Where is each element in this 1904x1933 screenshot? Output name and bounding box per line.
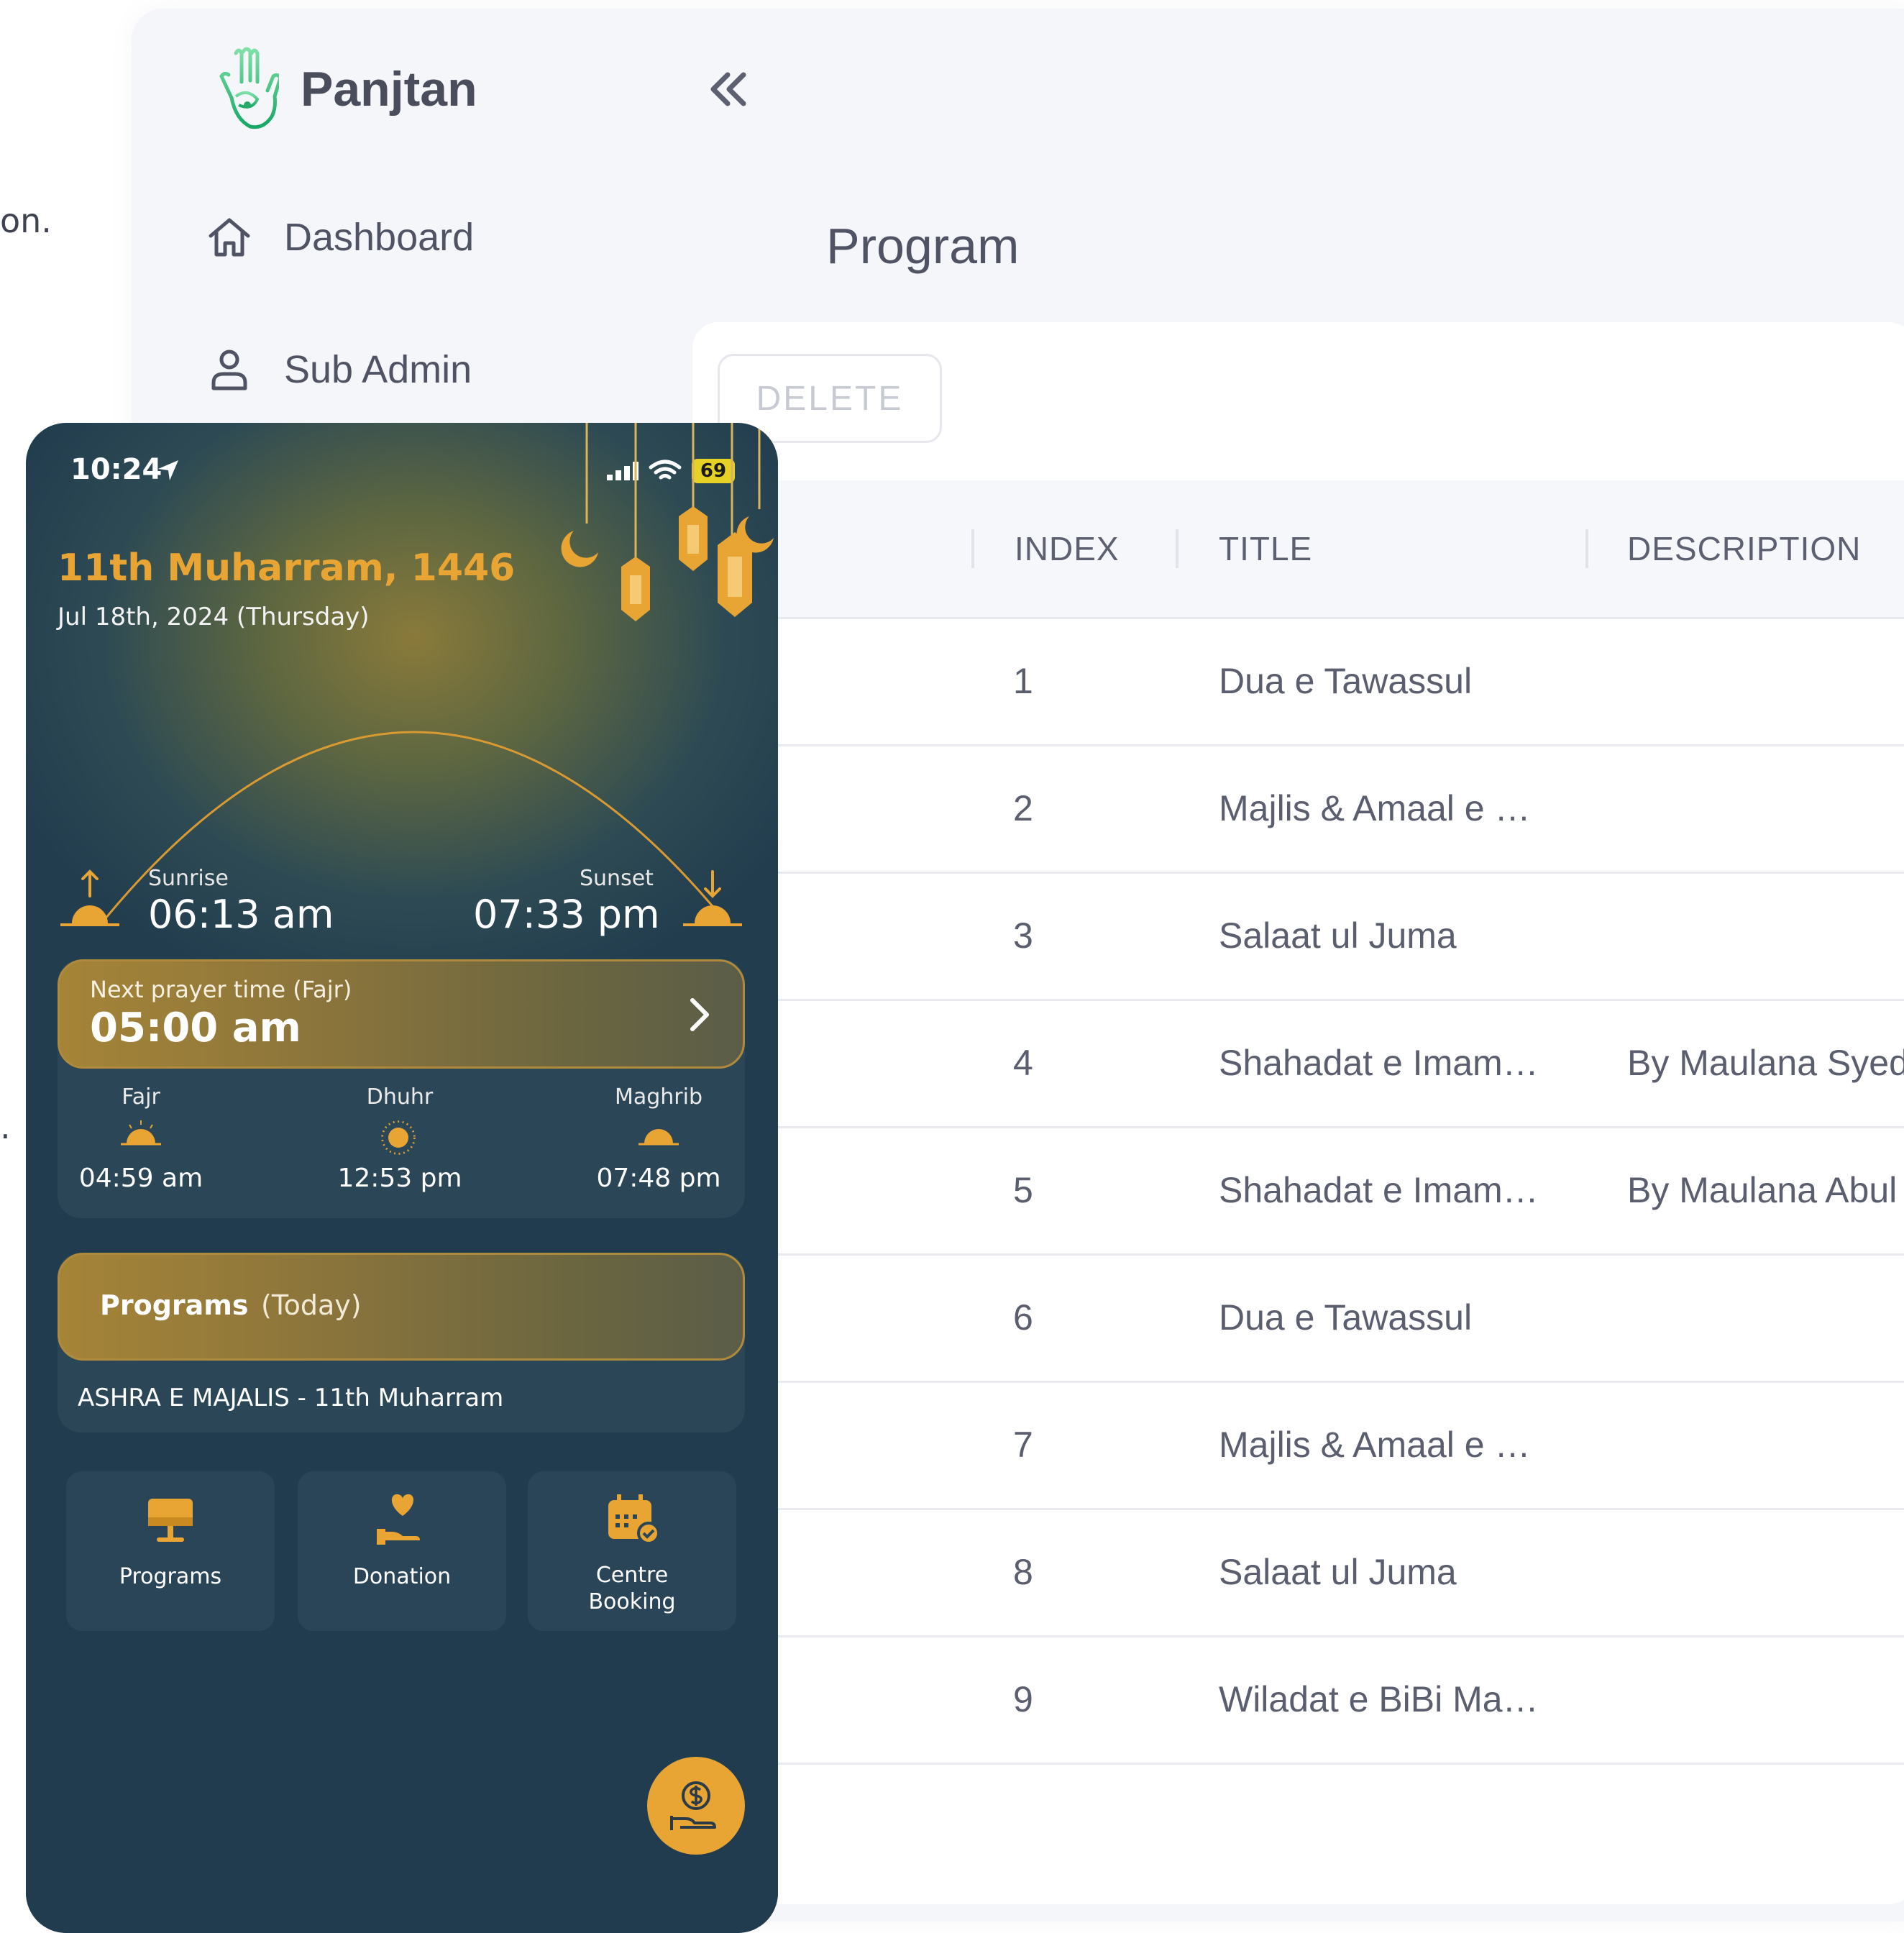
brand-name: Panjtan [301, 62, 477, 116]
row-title: Salaat ul Juma [1219, 915, 1457, 956]
sunset-time: 07:33 pm [473, 892, 660, 937]
dollar-hand-icon [670, 1781, 716, 1830]
program-item[interactable]: ASHRA E MAJALIS - 11th Muharram [78, 1384, 503, 1412]
row-description: By Maulana Syed [1627, 1042, 1904, 1083]
row-index: 6 [1013, 1297, 1033, 1338]
table-header: INDEX TITLE DESCRIPTION [692, 480, 1904, 619]
prayer-name: Maghrib [614, 1084, 703, 1110]
row-title: Majlis & Amaal e … [1219, 787, 1531, 828]
row-title: Salaat ul Juma [1219, 1551, 1457, 1592]
next-prayer-time: 05:00 am [90, 1005, 301, 1051]
row-index: 8 [1013, 1551, 1033, 1592]
phone-mockup: 10:24 69 11th Muharram, 1446 Jul 18th, 2… [26, 423, 778, 1933]
sunrise-icon [60, 869, 119, 926]
next-prayer-label: Next prayer time (Fajr) [90, 976, 352, 1003]
row-index: 1 [1013, 660, 1033, 701]
sunset-icon [683, 870, 742, 926]
dhuhr-sun-icon [378, 1118, 418, 1161]
fajr-icon [119, 1118, 163, 1150]
row-title: Majlis & Amaal e … [1219, 1424, 1531, 1465]
calendar-icon [608, 1494, 660, 1545]
row-index: 2 [1013, 787, 1033, 828]
sidebar-item-sub-admin[interactable]: Sub Admin [203, 344, 472, 396]
column-header-description[interactable]: DESCRIPTION [1627, 480, 1861, 617]
row-index: 7 [1013, 1424, 1033, 1465]
row-index: 9 [1013, 1678, 1033, 1719]
tile-label: Booking [588, 1589, 676, 1614]
programs-sub-label: (Today) [261, 1289, 362, 1321]
tile-label: Programs [119, 1564, 222, 1589]
podium-icon [148, 1499, 193, 1542]
prayer-name: Fajr [122, 1084, 160, 1110]
gregorian-date: Jul 18th, 2024 (Thursday) [58, 603, 370, 631]
chevron-right-icon [690, 998, 709, 1031]
table-row[interactable]: 7 Majlis & Amaal e … [692, 1381, 1904, 1510]
prayer-time: 07:48 pm [596, 1164, 721, 1193]
donation-tile[interactable]: Donation [298, 1471, 506, 1631]
column-header-title[interactable]: TITLE [1219, 480, 1312, 617]
donate-fab[interactable] [647, 1757, 745, 1855]
row-index: 3 [1013, 915, 1033, 956]
next-prayer-card[interactable]: Next prayer time (Fajr) 05:00 am [58, 959, 745, 1069]
status-time: 10:24 [70, 453, 163, 486]
programs-tile[interactable]: Programs [66, 1471, 275, 1631]
background-text-fragment: on. [0, 201, 52, 240]
program-table-card: DELETE INDEX TITLE DESCRIPTION 1 Dua e Ta… [692, 322, 1904, 1904]
programs-label: Programs [100, 1289, 249, 1321]
table-row[interactable]: 2 Majlis & Amaal e … [692, 744, 1904, 874]
column-header-index[interactable]: INDEX [1015, 480, 1120, 617]
row-title: Shahadat e Imam… [1219, 1042, 1539, 1083]
sunset-label: Sunset [580, 866, 654, 891]
hamsa-logo-icon [219, 47, 279, 129]
row-index: 4 [1013, 1042, 1033, 1083]
centre-booking-tile[interactable]: Centre Booking [528, 1471, 736, 1631]
row-title: Dua e Tawassul [1219, 1297, 1473, 1338]
home-icon [209, 218, 250, 257]
row-title: Wiladat e BiBi Ma… [1219, 1678, 1539, 1719]
sidebar-item-dashboard[interactable]: Dashboard [203, 211, 474, 263]
table-row[interactable]: 1 Dua e Tawassul [692, 617, 1904, 746]
hijri-date: 11th Muharram, 1446 [58, 547, 516, 590]
table-row[interactable]: 9 Wiladat e BiBi Ma… [692, 1635, 1904, 1765]
sunrise-label: Sunrise [148, 866, 229, 891]
table-row[interactable]: 5 Shahadat e Imam… By Maulana Abul [692, 1126, 1904, 1256]
row-description: By Maulana Abul [1627, 1169, 1898, 1210]
row-index: 5 [1013, 1169, 1033, 1210]
row-title: Shahadat e Imam… [1219, 1169, 1539, 1210]
table-row[interactable]: 3 Salaat ul Juma [692, 872, 1904, 1001]
tile-label: Centre [595, 1563, 669, 1588]
lanterns-decoration-icon [561, 423, 774, 621]
table-row[interactable]: 4 Shahadat e Imam… By Maulana Syed [692, 999, 1904, 1128]
prayer-name: Dhuhr [366, 1084, 434, 1110]
programs-header[interactable]: Programs (Today) [58, 1253, 745, 1361]
sunrise-time: 06:13 am [148, 892, 334, 937]
location-arrow-icon [158, 460, 178, 480]
donation-icon [377, 1494, 420, 1545]
user-icon [211, 349, 247, 390]
brand: Panjtan [214, 46, 477, 132]
background-text-fragment: . [0, 1107, 11, 1146]
prayer-time: 12:53 pm [337, 1164, 462, 1193]
column-separator [1176, 529, 1178, 568]
tile-label: Donation [352, 1564, 452, 1589]
table-row[interactable]: 8 Salaat ul Juma [692, 1508, 1904, 1637]
prayer-time: 04:59 am [78, 1164, 203, 1193]
column-separator [1585, 529, 1588, 568]
collapse-sidebar-icon[interactable] [703, 68, 754, 111]
column-separator [971, 529, 974, 568]
sidebar-item-label: Sub Admin [284, 348, 472, 391]
sidebar-item-label: Dashboard [284, 216, 475, 259]
page-title: Program [826, 218, 1020, 274]
table-row[interactable]: 6 Dua e Tawassul [692, 1253, 1904, 1383]
maghrib-icon [637, 1118, 680, 1150]
row-title: Dua e Tawassul [1219, 660, 1473, 701]
